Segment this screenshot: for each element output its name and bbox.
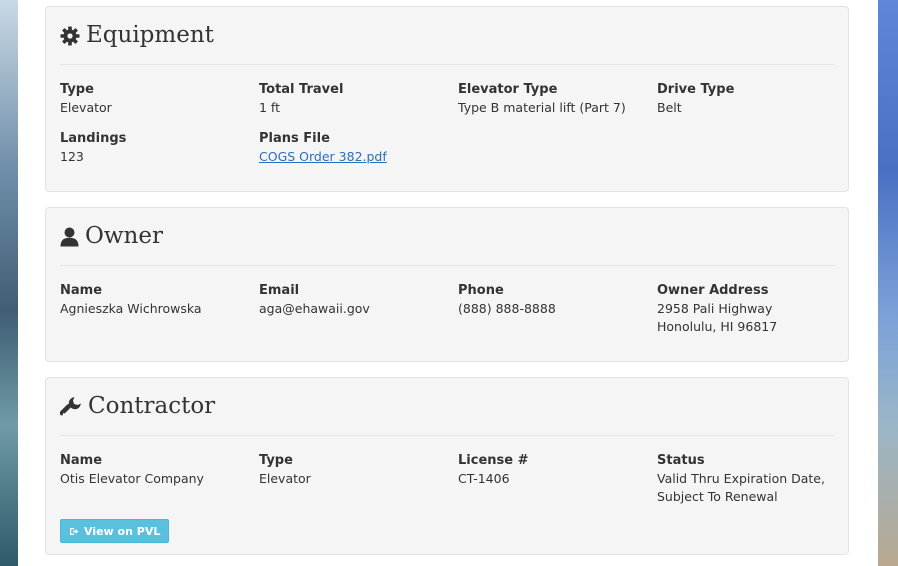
gear-icon — [60, 26, 80, 45]
field-contractor-name: Name Otis Elevator Company — [60, 452, 250, 488]
contractor-status-line1: Valid Thru Expiration Date, — [657, 471, 825, 486]
field-owner-email: Email aga@ehawaii.gov — [259, 282, 449, 318]
owner-address-line1: 2958 Pali Highway — [657, 301, 773, 316]
owner-phone-value: (888) 888-8888 — [458, 301, 556, 316]
owner-panel: Owner Name Agnieszka Wichrowska Email ag… — [45, 207, 849, 362]
field-contractor-license: License # CT-1406 — [458, 452, 648, 488]
field-landings: Landings 123 — [60, 130, 250, 166]
contractor-header: Contractor — [60, 378, 834, 436]
field-elevator-type: Elevator Type Type B material lift (Part… — [458, 81, 648, 117]
field-contractor-type: Type Elevator — [259, 452, 449, 488]
equipment-title: Equipment — [86, 22, 214, 48]
landings-label: Landings — [60, 131, 127, 146]
contractor-name-label: Name — [60, 453, 103, 468]
equipment-panel: Equipment Type Elevator Total Travel 1 f… — [45, 6, 849, 192]
contractor-license-value: CT-1406 — [458, 471, 510, 486]
equipment-header: Equipment — [60, 7, 834, 65]
field-owner-phone: Phone (888) 888-8888 — [458, 282, 648, 318]
contractor-panel: Contractor Name Otis Elevator Company Ty… — [45, 377, 849, 555]
field-owner-name: Name Agnieszka Wichrowska — [60, 282, 250, 318]
background-right — [878, 0, 898, 566]
contractor-license-label: License # — [458, 453, 529, 468]
drive-type-label: Drive Type — [657, 82, 735, 97]
elevator-type-label: Elevator Type — [458, 82, 558, 97]
elevator-type-value: Type B material lift (Part 7) — [458, 100, 626, 115]
owner-name-value: Agnieszka Wichrowska — [60, 301, 202, 316]
owner-title: Owner — [85, 223, 163, 249]
owner-address-line2: Honolulu, HI 96817 — [657, 319, 778, 334]
landings-value: 123 — [60, 149, 84, 164]
type-value: Elevator — [60, 100, 112, 115]
wrench-icon — [60, 396, 81, 415]
contractor-status-label: Status — [657, 453, 705, 468]
plans-file-link[interactable]: COGS Order 382.pdf — [259, 149, 387, 164]
owner-name-label: Name — [60, 283, 103, 298]
page-content: Equipment Type Elevator Total Travel 1 f… — [18, 0, 878, 566]
type-label: Type — [60, 82, 94, 97]
drive-type-value: Belt — [657, 100, 682, 115]
field-owner-address: Owner Address 2958 Pali Highway Honolulu… — [657, 282, 847, 336]
external-link-icon — [70, 527, 79, 535]
owner-email-label: Email — [259, 283, 300, 298]
field-total-travel: Total Travel 1 ft — [259, 81, 449, 117]
view-on-pvl-label: View on PVL — [84, 524, 161, 538]
total-travel-value: 1 ft — [259, 100, 281, 115]
background-left — [0, 0, 18, 566]
contractor-status-line2: Subject To Renewal — [657, 489, 778, 504]
field-drive-type: Drive Type Belt — [657, 81, 847, 117]
plans-file-value-wrap: COGS Order 382.pdf — [259, 148, 449, 166]
total-travel-label: Total Travel — [259, 82, 344, 97]
field-plans-file: Plans File COGS Order 382.pdf — [259, 130, 449, 166]
owner-address-label: Owner Address — [657, 283, 769, 298]
view-on-pvl-button[interactable]: View on PVL — [60, 519, 170, 543]
owner-header: Owner — [60, 208, 834, 266]
contractor-type-value: Elevator — [259, 471, 311, 486]
contractor-title: Contractor — [88, 393, 216, 419]
field-contractor-status: Status Valid Thru Expiration Date, Subje… — [657, 452, 847, 506]
contractor-name-value: Otis Elevator Company — [60, 471, 204, 486]
owner-phone-label: Phone — [458, 283, 504, 298]
owner-email-value: aga@ehawaii.gov — [259, 301, 370, 316]
field-type: Type Elevator — [60, 81, 250, 117]
contractor-type-label: Type — [259, 453, 293, 468]
plans-file-label: Plans File — [259, 131, 330, 146]
user-icon — [60, 227, 79, 246]
